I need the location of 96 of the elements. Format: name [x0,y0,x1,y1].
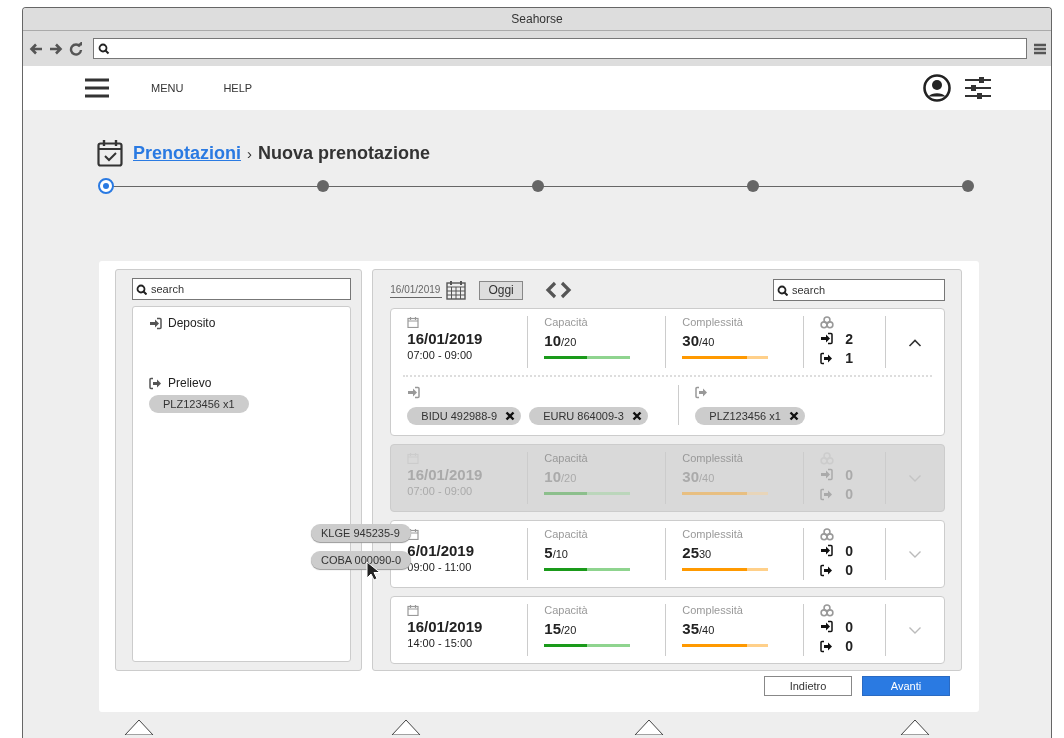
calendar-check-icon [97,139,123,167]
today-button[interactable]: Oggi [479,280,523,300]
metric-max: /40 [699,624,715,636]
calendar-icon [407,316,420,328]
metric-max: /40 [699,336,715,348]
next-icon[interactable] [559,281,572,299]
search-icon [136,284,147,295]
step-marker[interactable] [98,178,114,194]
exit-icon [820,351,834,365]
step-marker[interactable] [532,180,544,192]
group-label[interactable]: Prelievo [168,376,212,390]
cubes-icon [820,528,835,541]
menu-icon[interactable] [85,78,109,98]
remove-icon[interactable] [788,411,799,421]
metric-value: 5 [544,544,553,561]
reload-icon[interactable] [69,41,83,56]
triangle-icon [900,719,930,735]
metric-label: Complessità [682,528,744,540]
chip[interactable]: KLGE 945235-9 [311,524,412,542]
remove-icon[interactable] [505,411,516,421]
metric-value: 30 [682,332,699,349]
breadcrumb-separator: › [247,144,252,162]
nav-link[interactable]: MENU [151,80,184,96]
next-button[interactable]: Avanti [862,676,950,696]
enter-icon [820,620,834,634]
in-count: 0 [845,618,854,635]
chip[interactable]: EURU 864009-3 [529,407,648,425]
forward-icon[interactable] [49,41,63,56]
search-field[interactable]: search [132,278,351,300]
chip[interactable]: PLZ123456 x1 [695,407,805,425]
metric-max: 30 [699,548,712,560]
step-marker[interactable] [317,180,329,192]
enter-icon [820,468,834,482]
metric-label: Capacità [544,528,589,540]
exit-icon [820,563,834,577]
enter-icon [407,386,421,399]
search-icon [777,285,788,296]
out-count: 1 [845,350,854,367]
enter-icon [820,544,834,558]
metric-value: 25 [682,544,699,561]
collapse-icon[interactable] [908,337,923,347]
metric-value: 15 [544,620,561,637]
out-count: 0 [845,562,854,579]
metric-value: 35 [682,620,699,637]
window-title: Seahorse [511,12,563,26]
search-field[interactable]: search [773,279,945,301]
metric-max: /20 [561,336,577,348]
exit-icon [820,639,834,653]
cubes-icon [820,316,835,329]
triangle-icon [124,719,154,735]
exit-icon [149,376,162,390]
metric-label: Capacità [544,316,589,328]
cubes-icon [820,604,835,617]
back-icon[interactable] [29,41,43,56]
in-count: 2 [845,330,854,347]
enter-icon [149,316,162,330]
booking-card[interactable]: 16/01/2019 07:00 - 09:00 Capacità 10/20 Complessità 30/40 2 1 BIDU 492988-9 EURU 864009-3 PLZ123456 x1 [390,308,945,436]
exit-icon [695,386,709,399]
metric-label: Complessità [682,604,744,616]
remove-icon[interactable] [631,411,642,421]
chip[interactable]: PLZ123456 x1 [149,395,249,413]
metric-max: /10 [552,548,568,560]
back-button[interactable]: Indietro [764,676,852,696]
booking-card[interactable]: 16/01/2019 14:00 - 15:00 Capacità 15/20 Complessità 35/40 0 0 [390,596,945,664]
metric-label: Capacità [544,452,589,464]
enter-icon [820,332,834,346]
in-count: 0 [845,542,854,559]
triangle-icon [391,719,421,735]
address-field[interactable] [93,38,1027,59]
metric-label: Capacità [544,604,589,616]
metric-label: Complessità [682,452,744,464]
breadcrumb-current: Nuova prenotazione [258,142,431,164]
nav-link[interactable]: HELP [223,80,253,96]
group-label[interactable]: Deposito [168,316,216,330]
calendar-icon[interactable] [446,280,467,300]
slot-date: 16/01/2019 [407,330,484,347]
settings-sliders-icon[interactable] [965,76,991,100]
search-icon [98,42,110,55]
exit-icon [820,487,834,501]
breadcrumb-link[interactable]: Prenotazioni [133,142,241,164]
slot-time: 07:00 - 09:00 [407,349,474,361]
triangle-icon [634,719,664,735]
calendar-icon [407,604,420,616]
metric-label: Complessità [682,316,744,328]
step-marker[interactable] [747,180,759,192]
slot-time: 14:00 - 15:00 [407,637,474,649]
out-count: 0 [845,638,854,655]
metric-max: /20 [561,624,577,636]
step-marker[interactable] [962,180,974,192]
chip[interactable]: BIDU 492988-9 [407,407,522,425]
user-icon[interactable] [923,74,951,102]
slot-date: 16/01/2019 [407,618,484,635]
menu-icon[interactable] [1033,41,1047,56]
previous-icon[interactable] [544,281,557,299]
metric-value: 10 [544,332,561,349]
date-field[interactable]: 16/01/2019 [390,282,443,298]
